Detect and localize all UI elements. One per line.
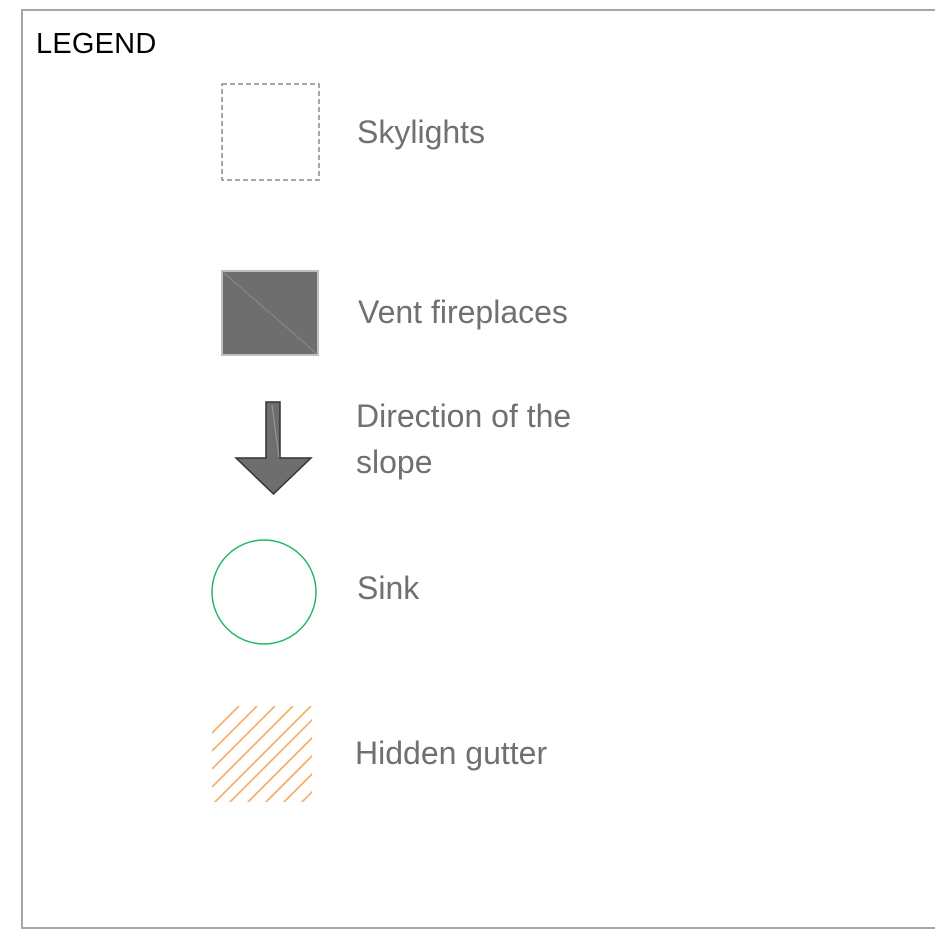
legend-title: LEGEND — [36, 28, 157, 60]
dashed-square-icon — [221, 83, 320, 181]
legend-item-label-slope-line-1: Direction of the — [356, 398, 572, 434]
circle-icon — [211, 539, 317, 645]
legend-item-label-vent-fireplaces: Vent fireplaces — [358, 294, 568, 330]
down-arrow-icon — [234, 401, 313, 496]
legend-item-label-slope-line-2: slope — [356, 444, 433, 480]
legend-item-label-hidden-gutter: Hidden gutter — [355, 735, 548, 771]
legend-item-label-skylights: Skylights — [357, 114, 486, 150]
diagonal-hatch-icon — [212, 706, 312, 802]
legend-item-label-sink: Sink — [357, 570, 420, 606]
split-filled-square-icon — [221, 270, 319, 356]
